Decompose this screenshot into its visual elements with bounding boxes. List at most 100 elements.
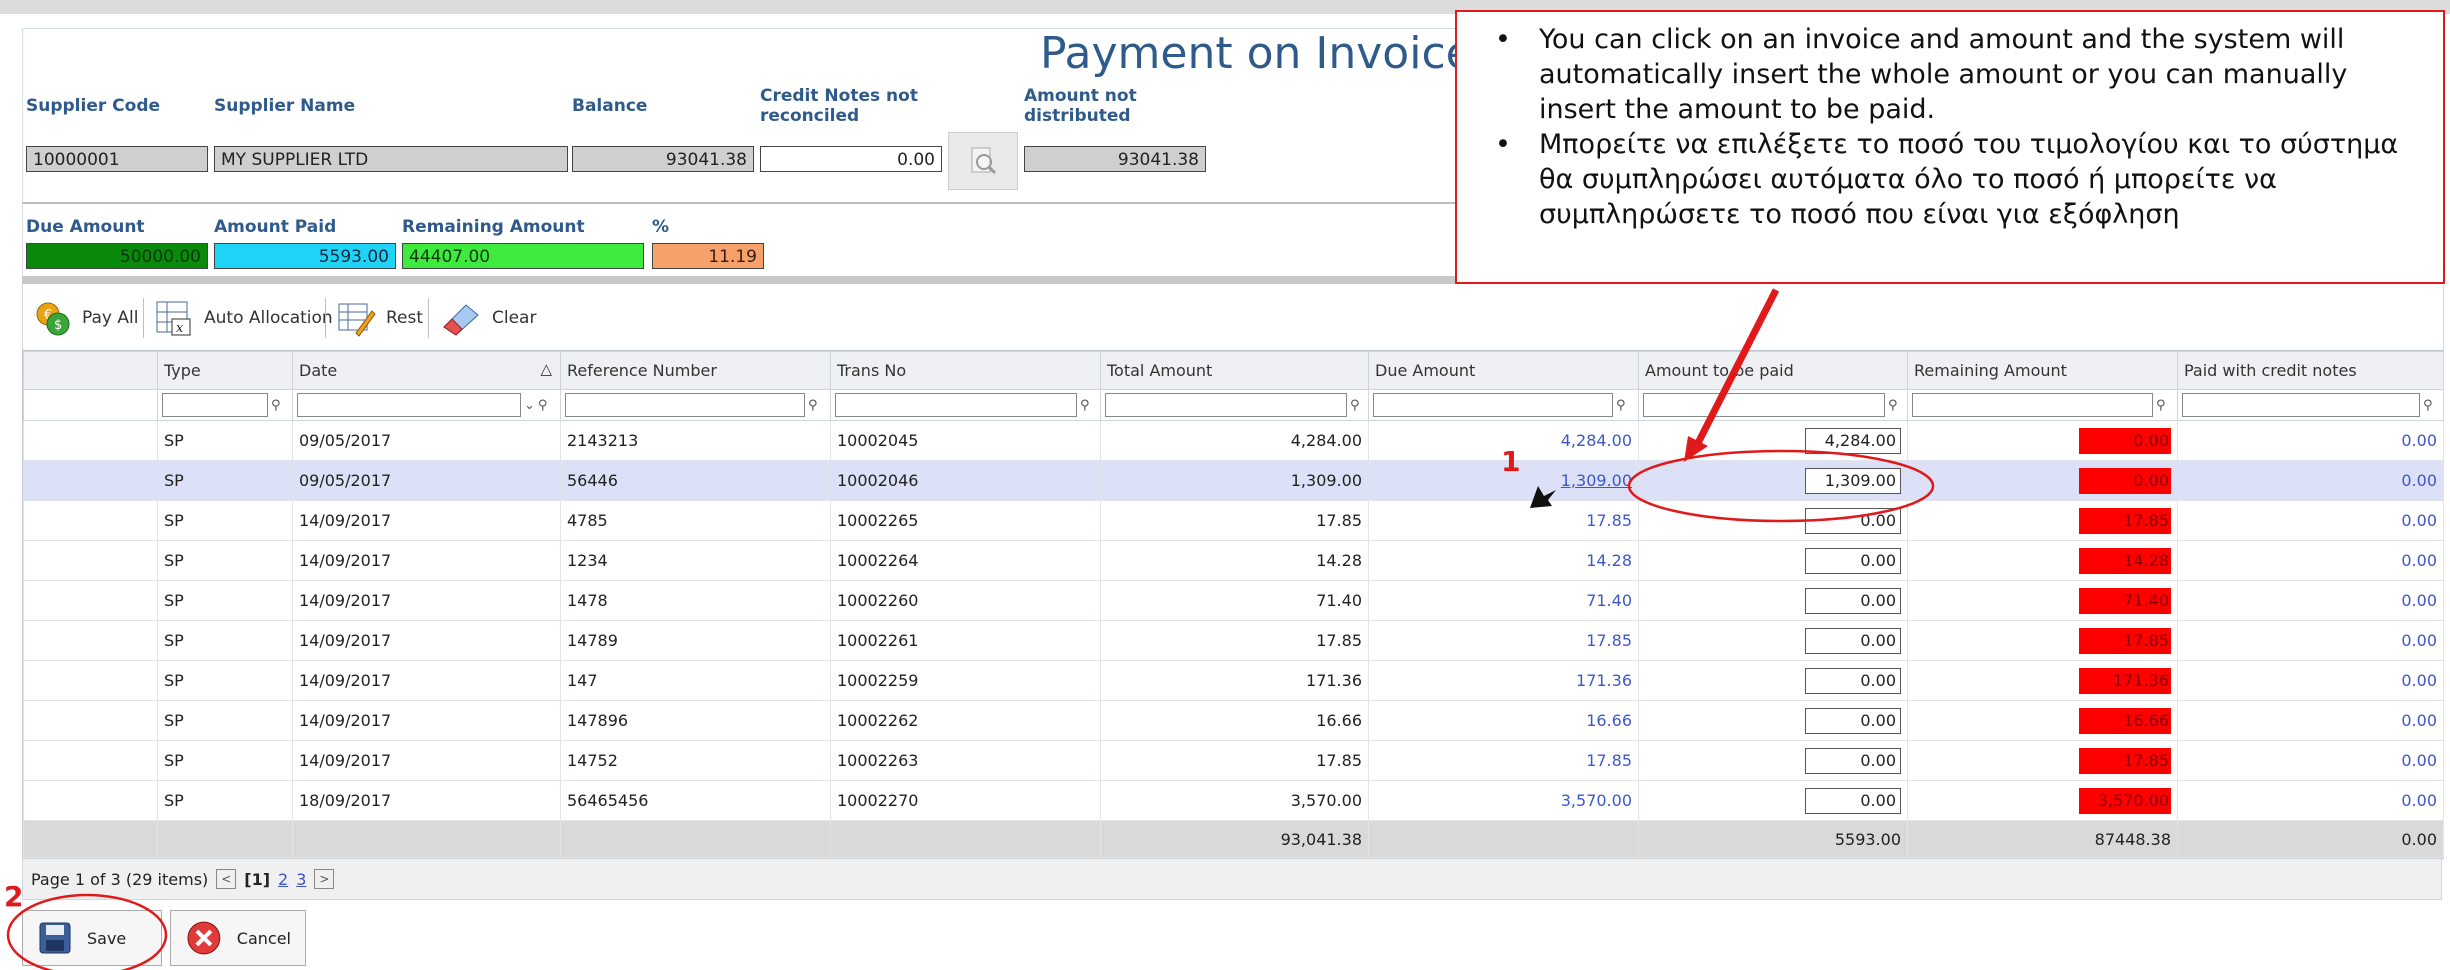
table-row[interactable]: SP 14/09/2017 14789 10002261 17.85 17.85 0.00 1… bbox=[23, 620, 2444, 661]
filter-cell[interactable]: ⚲ bbox=[157, 389, 293, 421]
filter-icon[interactable]: ⚲ bbox=[2156, 398, 2166, 413]
amount-to-pay-input[interactable]: 4,284.00 bbox=[1805, 427, 1901, 454]
filter-icon[interactable]: ⚲ bbox=[538, 398, 548, 413]
filter-cell[interactable]: ⌄ ⚲ bbox=[292, 389, 561, 421]
supplier-code-label: Supplier Code bbox=[26, 96, 161, 116]
amount-to-pay-cell[interactable]: 0.00 bbox=[1638, 540, 1908, 581]
filter-input[interactable] bbox=[835, 393, 1077, 417]
save-button[interactable]: Save bbox=[22, 910, 162, 966]
filter-icon[interactable]: ⚲ bbox=[1080, 398, 1090, 413]
remaining-amount-field[interactable]: 44407.00 bbox=[402, 243, 644, 269]
table-row[interactable]: SP 14/09/2017 147896 10002262 16.66 16.66 0.00… bbox=[23, 700, 2444, 741]
clear-button[interactable]: Clear bbox=[440, 300, 536, 336]
due-amount-cell[interactable]: 16.66 bbox=[1368, 700, 1639, 741]
column-header-remaining[interactable]: Remaining Amount bbox=[1907, 351, 2178, 390]
amount-to-pay-input[interactable]: 0.00 bbox=[1805, 667, 1901, 694]
filter-cell[interactable]: ⚲ bbox=[1638, 389, 1908, 421]
column-header-type[interactable]: Type bbox=[157, 351, 293, 390]
auto-allocation-button[interactable]: x Auto Allocation bbox=[154, 300, 333, 336]
column-header-reference[interactable]: Reference Number bbox=[560, 351, 831, 390]
filter-cell[interactable]: ⚲ bbox=[560, 389, 831, 421]
filter-input[interactable] bbox=[1643, 393, 1885, 417]
table-row[interactable]: SP 14/09/2017 1234 10002264 14.28 14.28 0.00 14… bbox=[23, 540, 2444, 581]
due-amount-cell[interactable]: 3,570.00 bbox=[1368, 780, 1639, 821]
amount-to-pay-input[interactable]: 0.00 bbox=[1805, 747, 1901, 774]
amount-to-pay-input[interactable]: 0.00 bbox=[1805, 507, 1901, 534]
filter-icon[interactable]: ⚲ bbox=[271, 398, 281, 413]
amount-to-pay-cell[interactable]: 1,309.00 bbox=[1638, 460, 1908, 501]
table-row[interactable]: SP 09/05/2017 56446 10002046 1,309.00 1,309.0… bbox=[23, 460, 2444, 501]
sort-ascending-icon: △ bbox=[540, 360, 552, 378]
filter-input[interactable] bbox=[1912, 393, 2153, 417]
filter-icon[interactable]: ⚲ bbox=[1616, 398, 1626, 413]
supplier-name-field[interactable]: MY SUPPLIER LTD bbox=[214, 146, 568, 172]
amount-to-pay-input[interactable]: 0.00 bbox=[1805, 787, 1901, 814]
filter-cell[interactable]: ⚲ bbox=[1100, 389, 1369, 421]
table-row[interactable]: SP 14/09/2017 147 10002259 171.36 171.36 0.00 1… bbox=[23, 660, 2444, 701]
pay-all-button[interactable]: € $ Pay All bbox=[34, 300, 138, 336]
amount-to-pay-cell[interactable]: 0.00 bbox=[1638, 500, 1908, 541]
page-link-2[interactable]: 2 bbox=[278, 870, 288, 889]
table-row[interactable]: SP 18/09/2017 56465456 10002270 3,570.00 3,57… bbox=[23, 780, 2444, 821]
amount-to-pay-input[interactable]: 0.00 bbox=[1805, 587, 1901, 614]
amount-to-pay-cell[interactable]: 4,284.00 bbox=[1638, 420, 1908, 461]
due-amount-cell[interactable]: 17.85 bbox=[1368, 500, 1639, 541]
amount-to-pay-cell[interactable]: 0.00 bbox=[1638, 780, 1908, 821]
amount-not-distributed-field[interactable]: 93041.38 bbox=[1024, 146, 1206, 172]
rest-button[interactable]: Rest bbox=[336, 300, 423, 337]
due-amount-cell[interactable]: 71.40 bbox=[1368, 580, 1639, 621]
balance-field[interactable]: 93041.38 bbox=[572, 146, 754, 172]
amount-to-pay-input[interactable]: 0.00 bbox=[1805, 707, 1901, 734]
column-header-amount-to-pay[interactable]: Amount to be paid bbox=[1638, 351, 1908, 390]
column-header-credit-notes[interactable]: Paid with credit notes bbox=[2177, 351, 2444, 390]
column-header-date[interactable]: Date △ bbox=[292, 351, 561, 390]
column-header-due-amount[interactable]: Due Amount bbox=[1368, 351, 1639, 390]
cancel-button[interactable]: Cancel bbox=[170, 910, 306, 966]
filter-input[interactable] bbox=[297, 393, 521, 417]
percent-field[interactable]: 11.19 bbox=[652, 243, 764, 269]
due-amount-cell[interactable]: 171.36 bbox=[1368, 660, 1639, 701]
lookup-button[interactable] bbox=[948, 132, 1018, 190]
filter-input[interactable] bbox=[1105, 393, 1347, 417]
filter-input[interactable] bbox=[162, 393, 268, 417]
column-header-trans-no[interactable]: Trans No bbox=[830, 351, 1101, 390]
amount-to-pay-cell[interactable]: 0.00 bbox=[1638, 700, 1908, 741]
column-header-total-amount[interactable]: Total Amount bbox=[1100, 351, 1369, 390]
filter-input[interactable] bbox=[2182, 393, 2420, 417]
amount-to-pay-cell[interactable]: 0.00 bbox=[1638, 740, 1908, 781]
filter-icon[interactable]: ⚲ bbox=[808, 398, 818, 413]
credit-notes-field[interactable]: 0.00 bbox=[760, 146, 942, 172]
due-amount-cell[interactable]: 14.28 bbox=[1368, 540, 1639, 581]
page-link-3[interactable]: 3 bbox=[296, 870, 306, 889]
table-row[interactable]: SP 14/09/2017 14752 10002263 17.85 17.85 0.00 1… bbox=[23, 740, 2444, 781]
amount-paid-field[interactable]: 5593.00 bbox=[214, 243, 396, 269]
filter-input[interactable] bbox=[565, 393, 805, 417]
filter-icon[interactable]: ⚲ bbox=[2423, 398, 2433, 413]
dropdown-icon[interactable]: ⌄ bbox=[524, 398, 535, 413]
amount-to-pay-cell[interactable]: 0.00 bbox=[1638, 620, 1908, 661]
filter-cell[interactable]: ⚲ bbox=[1368, 389, 1639, 421]
filter-cell[interactable]: ⚲ bbox=[2177, 389, 2444, 421]
amount-to-pay-input[interactable]: 0.00 bbox=[1805, 627, 1901, 654]
amount-to-pay-cell[interactable]: 0.00 bbox=[1638, 580, 1908, 621]
amount-to-pay-cell[interactable]: 0.00 bbox=[1638, 660, 1908, 701]
table-row[interactable]: SP 14/09/2017 1478 10002260 71.40 71.40 0.00 71… bbox=[23, 580, 2444, 621]
filter-input[interactable] bbox=[1373, 393, 1613, 417]
table-row[interactable]: SP 14/09/2017 4785 10002265 17.85 17.85 0.00 17… bbox=[23, 500, 2444, 541]
table-row[interactable]: SP 09/05/2017 2143213 10002045 4,284.00 4,284… bbox=[23, 420, 2444, 461]
amount-to-pay-input[interactable]: 0.00 bbox=[1805, 547, 1901, 574]
due-amount-cell[interactable]: 17.85 bbox=[1368, 740, 1639, 781]
supplier-code-field[interactable]: 10000001 bbox=[26, 146, 208, 172]
amount-to-pay-input[interactable]: 1,309.00 bbox=[1805, 467, 1901, 494]
due-amount-cell[interactable]: 17.85 bbox=[1368, 620, 1639, 661]
filter-cell[interactable]: ⚲ bbox=[830, 389, 1101, 421]
next-page-button[interactable]: > bbox=[314, 869, 335, 889]
due-amount-label: Due Amount bbox=[26, 217, 145, 237]
filter-cell[interactable]: ⚲ bbox=[1907, 389, 2178, 421]
filter-icon[interactable]: ⚲ bbox=[1350, 398, 1360, 413]
prev-page-button[interactable]: < bbox=[216, 869, 237, 889]
remaining-cell: 0.00 bbox=[1907, 420, 2178, 461]
due-amount-field[interactable]: 50000.00 bbox=[26, 243, 208, 269]
filter-icon[interactable]: ⚲ bbox=[1888, 398, 1898, 413]
remaining-value: 14.28 bbox=[2079, 547, 2171, 574]
